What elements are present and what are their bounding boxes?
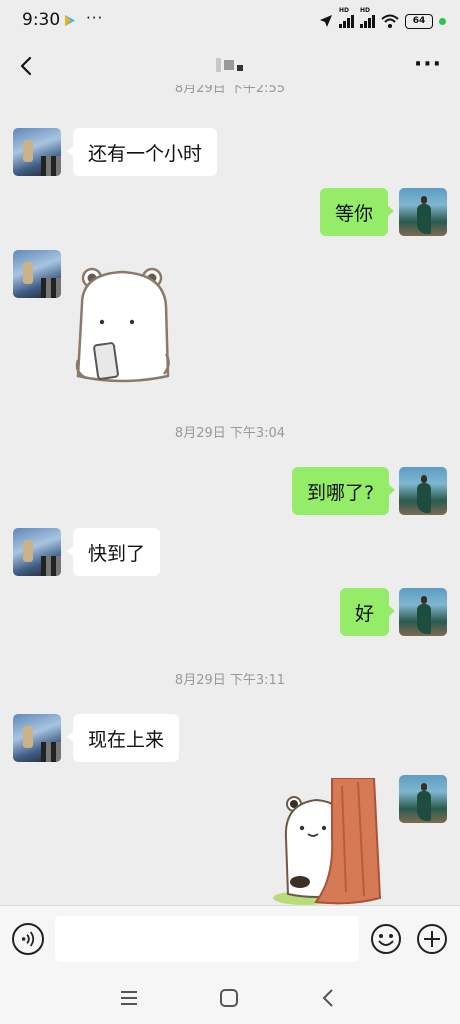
contact-avatar[interactable] bbox=[13, 128, 61, 176]
battery-icon: 64 bbox=[405, 13, 433, 29]
message-bubble-sent[interactable]: 好 bbox=[340, 588, 396, 636]
plus-icon[interactable] bbox=[416, 923, 448, 955]
message-bubble-received[interactable]: 还有一个小时 bbox=[66, 128, 218, 176]
voice-icon[interactable] bbox=[12, 923, 44, 955]
back-nav-icon[interactable] bbox=[315, 985, 343, 1011]
my-avatar[interactable] bbox=[399, 467, 447, 515]
chat-title-blurred bbox=[216, 58, 243, 72]
message-bubble-received[interactable]: 快到了 bbox=[66, 528, 161, 576]
timestamp-cut-off: 8月29日 下午2:55 bbox=[174, 85, 286, 95]
input-bar bbox=[0, 905, 460, 973]
menu-icon[interactable] bbox=[115, 985, 143, 1011]
my-avatar[interactable] bbox=[399, 775, 447, 823]
message-bubble-sent[interactable]: 到哪了? bbox=[292, 467, 396, 515]
message-input[interactable] bbox=[55, 916, 359, 962]
bear-phone-sticker[interactable] bbox=[72, 264, 176, 388]
contact-avatar[interactable] bbox=[13, 528, 61, 576]
message-bubble-received[interactable]: 现在上来 bbox=[66, 714, 180, 762]
status-more-dots: ··· bbox=[86, 9, 104, 27]
status-bar: 9:30 ··· HD HD 64 bbox=[0, 0, 460, 40]
location-icon bbox=[320, 15, 332, 27]
contact-avatar[interactable] bbox=[13, 250, 61, 298]
my-avatar[interactable] bbox=[399, 188, 447, 236]
system-nav-bar bbox=[0, 973, 460, 1024]
status-indicators: HD HD 64 bbox=[319, 7, 446, 31]
play-store-icon bbox=[65, 15, 75, 26]
signal-icon-2: HD bbox=[360, 7, 375, 28]
timestamp: 8月29日 下午3:04 bbox=[174, 426, 286, 441]
back-icon[interactable] bbox=[12, 52, 40, 80]
more-icon[interactable]: ··· bbox=[414, 54, 442, 76]
my-avatar[interactable] bbox=[399, 588, 447, 636]
wifi-icon bbox=[381, 14, 399, 28]
signal-icon: HD bbox=[339, 7, 354, 28]
emoji-icon[interactable] bbox=[370, 923, 402, 955]
bear-curtain-sticker[interactable] bbox=[270, 778, 390, 908]
message-bubble-sent[interactable]: 等你 bbox=[320, 188, 395, 236]
camera-indicator-dot bbox=[439, 17, 446, 25]
home-icon[interactable] bbox=[215, 985, 243, 1011]
contact-avatar[interactable] bbox=[13, 714, 61, 762]
timestamp: 8月29日 下午3:11 bbox=[174, 673, 286, 688]
status-time: 9:30 bbox=[22, 10, 61, 30]
